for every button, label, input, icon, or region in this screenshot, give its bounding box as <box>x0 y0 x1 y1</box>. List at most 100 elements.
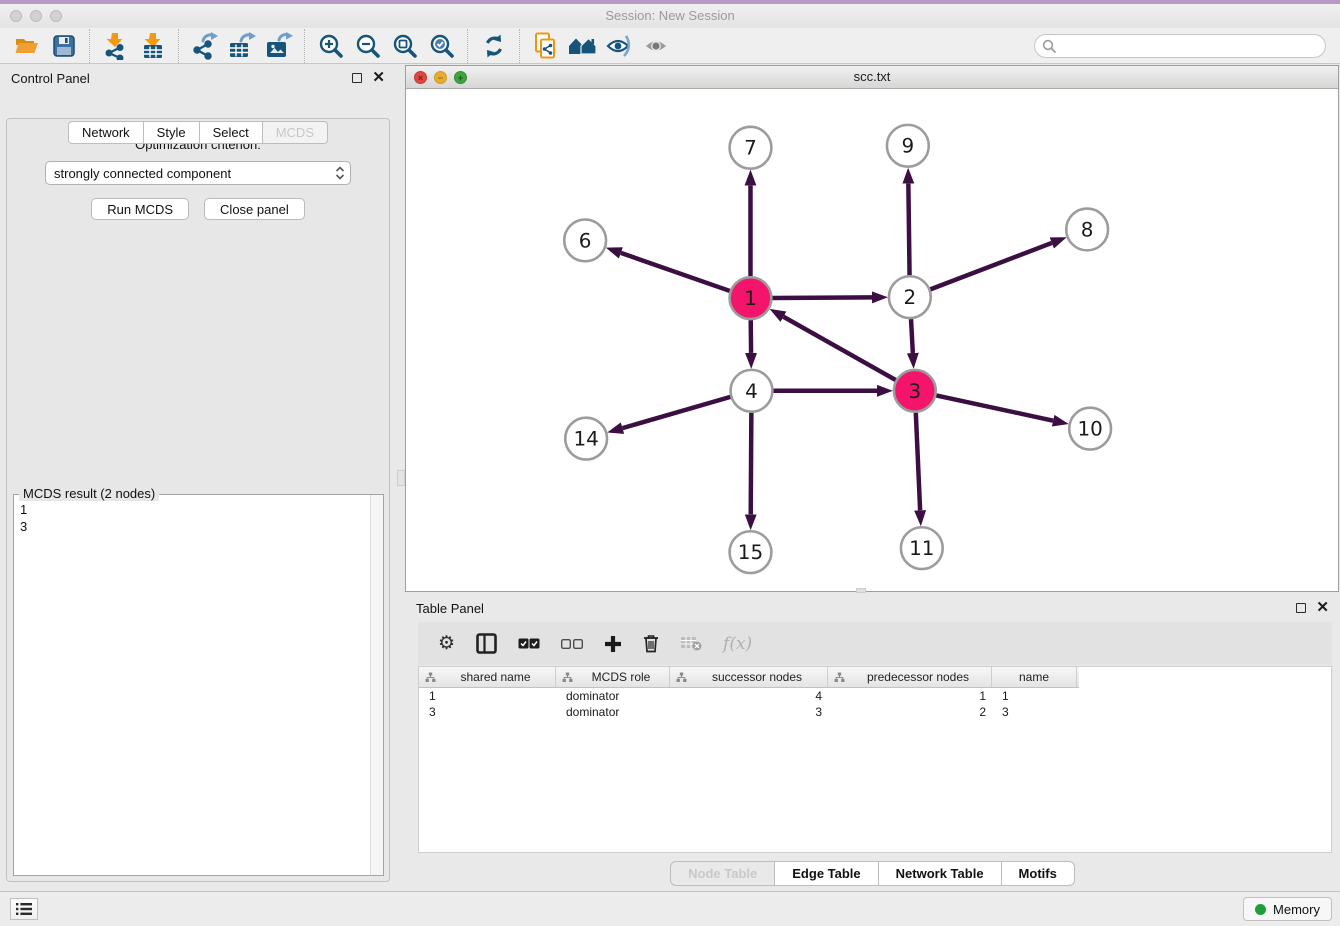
node-table: shared nameMCDS rolesuccessor nodesprede… <box>418 666 1332 853</box>
float-panel-icon[interactable] <box>1296 603 1306 613</box>
memory-button[interactable]: Memory <box>1243 897 1332 921</box>
column-header-successor-nodes[interactable]: successor nodes <box>670 667 828 687</box>
run-mcds-button[interactable]: Run MCDS <box>91 198 189 220</box>
node-11[interactable]: 11 <box>901 527 943 569</box>
edge-3-1[interactable] <box>783 317 895 380</box>
edge-3-11[interactable] <box>916 413 920 511</box>
export-network-button[interactable] <box>186 30 223 62</box>
home-button[interactable] <box>564 30 601 62</box>
edge-1-6[interactable] <box>621 253 730 291</box>
network-canvas[interactable]: 1 2 3 4 6 7 8 9 10 11 14 15 <box>406 90 1338 591</box>
close-panel-button[interactable]: Close panel <box>204 198 305 220</box>
show-display-button[interactable] <box>638 30 675 62</box>
cell-shared-name[interactable]: 3 <box>419 705 556 719</box>
tab-node-table[interactable]: Node Table <box>670 861 775 886</box>
import-network-button[interactable] <box>97 30 134 62</box>
result-item[interactable]: 3 <box>20 518 364 535</box>
edge-4-15[interactable] <box>751 413 752 515</box>
apply-function-icon: f(x) <box>723 634 752 654</box>
tab-network[interactable]: Network <box>68 121 144 144</box>
zoom-in-button[interactable] <box>312 30 349 62</box>
edge-2-3[interactable] <box>911 319 913 353</box>
cell-shared-name[interactable]: 1 <box>419 689 556 703</box>
task-history-button[interactable] <box>10 898 38 920</box>
mcds-result-list[interactable]: 13 <box>14 497 370 875</box>
column-header-MCDS-role[interactable]: MCDS role <box>556 667 670 687</box>
unselect-all-columns-icon[interactable] <box>561 639 583 649</box>
edge-2-9[interactable] <box>908 184 909 276</box>
node-3[interactable]: 3 <box>894 370 936 412</box>
hierarchy-icon <box>834 672 845 683</box>
table-settings-icon[interactable]: ⚙ <box>438 634 455 653</box>
edge-2-8[interactable] <box>930 243 1051 289</box>
cell-MCDS-role[interactable]: dominator <box>556 689 670 703</box>
save-session-button[interactable] <box>45 30 82 62</box>
vertical-splitter-handle[interactable] <box>397 470 405 486</box>
hide-display-button[interactable] <box>601 30 638 62</box>
toolbar-separator <box>467 29 468 63</box>
refresh-button[interactable] <box>475 30 512 62</box>
column-header-predecessor-nodes[interactable]: predecessor nodes <box>828 667 992 687</box>
close-panel-icon[interactable]: ✕ <box>372 73 385 83</box>
app-titlebar[interactable]: Session: New Session <box>0 4 1340 28</box>
tab-edge-table[interactable]: Edge Table <box>774 861 878 886</box>
cell-predecessor-nodes[interactable]: 2 <box>828 705 992 719</box>
zoom-selected-button[interactable] <box>423 30 460 62</box>
tab-network-table[interactable]: Network Table <box>878 861 1002 886</box>
edge-3-10[interactable] <box>936 395 1053 420</box>
application-window: Session: New Session <box>0 0 1340 926</box>
node-1[interactable]: 1 <box>730 277 772 319</box>
zoom-out-icon <box>355 33 381 59</box>
select-all-columns-icon[interactable] <box>518 638 540 649</box>
clone-network-icon <box>533 32 559 60</box>
status-bar: Memory <box>0 891 1340 926</box>
zoom-out-button[interactable] <box>349 30 386 62</box>
cell-name[interactable]: 1 <box>992 689 1077 703</box>
add-column-icon[interactable] <box>604 635 622 653</box>
edge-1-2[interactable] <box>772 297 872 298</box>
node-6[interactable]: 6 <box>564 219 606 261</box>
tab-select[interactable]: Select <box>199 121 263 144</box>
zoom-fit-button[interactable] <box>386 30 423 62</box>
network-graph[interactable]: 1 2 3 4 6 7 8 9 10 11 14 15 <box>406 90 1338 591</box>
tab-motifs[interactable]: Motifs <box>1001 861 1075 886</box>
cell-name[interactable]: 3 <box>992 705 1077 719</box>
node-9[interactable]: 9 <box>887 125 929 167</box>
import-table-button[interactable] <box>134 30 171 62</box>
delete-column-icon[interactable] <box>643 634 659 653</box>
tab-style[interactable]: Style <box>143 121 200 144</box>
node-2[interactable]: 2 <box>889 276 931 318</box>
close-panel-icon[interactable]: ✕ <box>1316 603 1329 613</box>
node-8[interactable]: 8 <box>1066 209 1108 251</box>
horizontal-splitter-handle[interactable] <box>856 588 866 593</box>
open-session-button[interactable] <box>8 30 45 62</box>
control-panel: Control Panel ✕ NetworkStyleSelectMCDS O… <box>0 65 396 888</box>
column-header-name[interactable]: name <box>992 667 1077 687</box>
edge-4-14[interactable] <box>623 397 731 428</box>
result-item[interactable]: 1 <box>20 501 364 518</box>
column-panel-icon[interactable] <box>476 633 497 654</box>
cell-MCDS-role[interactable]: dominator <box>556 705 670 719</box>
cell-successor-nodes[interactable]: 4 <box>670 689 828 703</box>
zoom-fit-icon <box>392 33 418 59</box>
node-10[interactable]: 10 <box>1069 408 1111 450</box>
cell-predecessor-nodes[interactable]: 1 <box>828 689 992 703</box>
optimization-criterion-select[interactable]: strongly connected component <box>45 161 351 185</box>
column-header-shared-name[interactable]: shared name <box>419 667 556 687</box>
cell-successor-nodes[interactable]: 3 <box>670 705 828 719</box>
network-window-titlebar[interactable]: × − + scc.txt <box>406 66 1338 89</box>
node-14[interactable]: 14 <box>565 418 607 460</box>
export-table-button[interactable] <box>223 30 260 62</box>
search-box[interactable] <box>1034 34 1326 58</box>
node-15[interactable]: 15 <box>730 531 772 573</box>
node-4[interactable]: 4 <box>731 370 773 412</box>
tab-mcds[interactable]: MCDS <box>262 121 328 144</box>
float-panel-icon[interactable] <box>352 73 362 83</box>
table-row[interactable]: 1dominator411 <box>419 688 1331 704</box>
node-7[interactable]: 7 <box>730 127 772 169</box>
table-row[interactable]: 3dominator323 <box>419 704 1331 720</box>
search-input[interactable] <box>1061 38 1318 53</box>
clone-network-button[interactable] <box>527 30 564 62</box>
result-scrollbar[interactable] <box>370 495 383 875</box>
export-image-button[interactable] <box>260 30 297 62</box>
